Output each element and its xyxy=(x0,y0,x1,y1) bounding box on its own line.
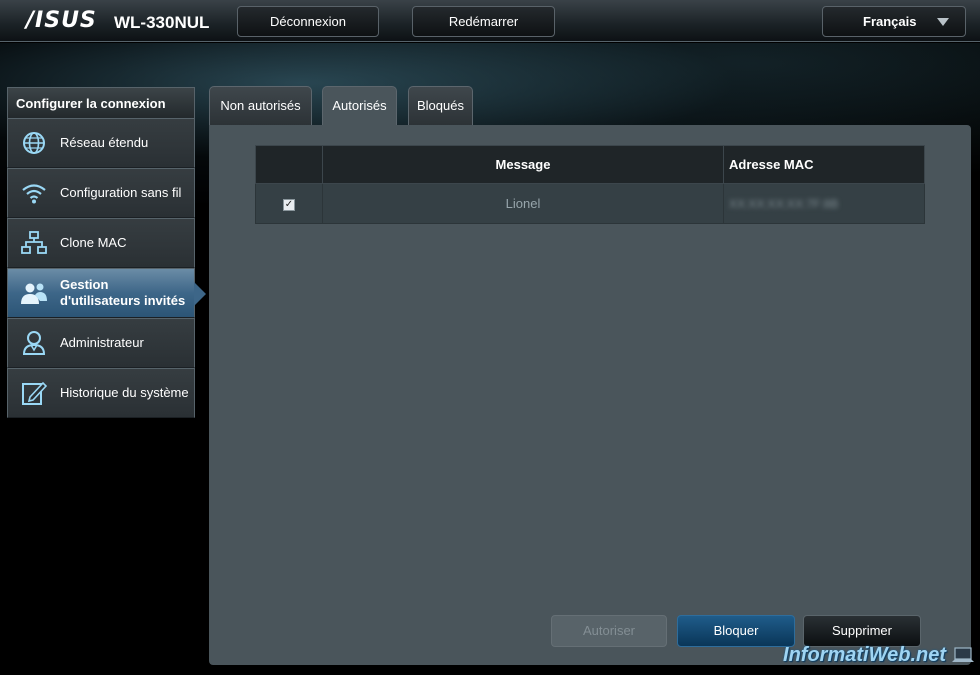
admin-icon xyxy=(8,330,60,356)
authorized-table: Message Adresse MAC ✓ Lionel XX:XX:XX:XX… xyxy=(255,145,925,224)
network-icon xyxy=(8,231,60,255)
language-select[interactable]: Français xyxy=(822,6,966,37)
sidebar-item-label: Historique du système xyxy=(60,385,189,400)
reboot-button[interactable]: Redémarrer xyxy=(412,6,555,37)
mac-address-value: XX:XX:XX:XX:7F:8B xyxy=(729,197,839,211)
sidebar: Configurer la connexion Réseau étendu Co… xyxy=(7,87,206,418)
sidebar-item-administrator[interactable]: Administrateur xyxy=(7,318,195,368)
message-cell: Lionel xyxy=(322,183,724,224)
asus-logo: /ISUS xyxy=(26,8,97,33)
sidebar-item-wan[interactable]: Réseau étendu xyxy=(7,118,195,168)
chevron-down-icon xyxy=(937,18,949,26)
sidebar-item-system-log[interactable]: Historique du système xyxy=(7,368,195,418)
tab-blocked[interactable]: Bloqués xyxy=(408,86,473,126)
sidebar-item-guest-users[interactable]: Gestion d'utilisateurs invités xyxy=(7,268,206,318)
log-icon xyxy=(8,380,60,406)
row-checkbox[interactable]: ✓ xyxy=(283,198,295,211)
column-header-message: Message xyxy=(322,145,724,184)
users-icon xyxy=(8,281,60,305)
sidebar-title: Configurer la connexion xyxy=(7,87,195,118)
model-name: WL-330NUL xyxy=(114,13,210,32)
delete-button[interactable]: Supprimer xyxy=(803,615,921,647)
globe-icon xyxy=(8,130,60,156)
top-header: /ISUS WL-330NUL Déconnexion Redémarrer F… xyxy=(0,0,980,42)
wifi-icon xyxy=(8,181,60,205)
table-row[interactable]: ✓ Lionel XX:XX:XX:XX:7F:8B xyxy=(255,183,925,224)
sidebar-item-label: Administrateur xyxy=(60,335,144,350)
language-label: Français xyxy=(863,14,917,29)
sidebar-item-label: Clone MAC xyxy=(60,235,127,250)
laptop-icon xyxy=(952,646,974,666)
column-header-mac: Adresse MAC xyxy=(723,145,925,184)
sidebar-item-mac-clone[interactable]: Clone MAC xyxy=(7,218,195,268)
sidebar-item-wireless[interactable]: Configuration sans fil xyxy=(7,168,195,218)
mac-address-cell: XX:XX:XX:XX:7F:8B xyxy=(723,183,925,224)
column-header-select xyxy=(255,145,323,184)
table-header-row: Message Adresse MAC xyxy=(255,145,925,184)
main-panel: Message Adresse MAC ✓ Lionel XX:XX:XX:XX… xyxy=(209,125,971,665)
tab-unauthorized[interactable]: Non autorisés xyxy=(209,86,312,126)
block-button[interactable]: Bloquer xyxy=(677,615,795,647)
logout-button[interactable]: Déconnexion xyxy=(237,6,379,37)
watermark-text: InformatiWeb.net xyxy=(783,644,946,666)
tab-authorized[interactable]: Autorisés xyxy=(322,86,397,126)
sidebar-item-label: Réseau étendu xyxy=(60,135,149,150)
row-select-cell: ✓ xyxy=(255,183,323,224)
sidebar-item-label: Gestion d'utilisateurs invités xyxy=(60,277,186,308)
authorize-button[interactable]: Autoriser xyxy=(551,615,667,647)
sidebar-item-label: Configuration sans fil xyxy=(60,185,182,200)
